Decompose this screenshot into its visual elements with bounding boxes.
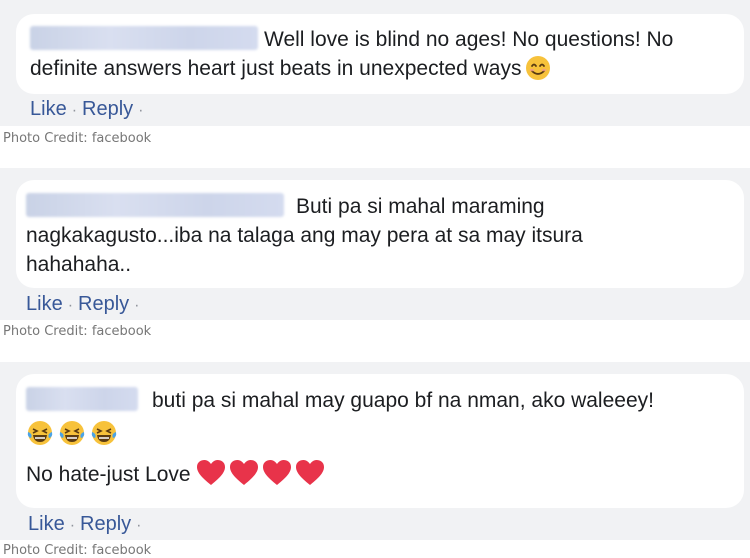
photo-credit: Photo Credit: facebook <box>3 543 152 558</box>
separator-dot: · <box>69 517 76 534</box>
heart-icon <box>296 460 325 485</box>
separator-dot: · <box>71 102 78 119</box>
comment-bubble-3: buti pa si mahal may guapo bf na nman, a… <box>16 374 744 508</box>
blurred-author-name[interactable] <box>30 26 258 50</box>
heart-icon <box>263 460 292 485</box>
like-link[interactable]: Like <box>28 513 65 535</box>
comment-actions-3: Like · Reply · <box>28 513 142 536</box>
photo-credit: Photo Credit: facebook <box>3 324 152 339</box>
comment-text-line: No hate-just Love <box>26 463 191 486</box>
comment-text-line: definite answers heart just beats in une… <box>30 57 522 80</box>
like-link[interactable]: Like <box>30 98 67 120</box>
comment-text-line: buti pa si mahal may guapo bf na nman, a… <box>152 389 654 412</box>
comment-bubble-1: Well love is blind no ages! No questions… <box>16 14 744 94</box>
laughing-tears-icon <box>27 421 53 445</box>
reply-link[interactable]: Reply <box>82 98 133 120</box>
comment-text-line: nagkakagusto...iba na talaga ang may per… <box>26 224 583 247</box>
photo-credit: Photo Credit: facebook <box>3 131 152 146</box>
comment-text-line: Buti pa si mahal maraming <box>296 195 545 218</box>
emoji-row <box>26 419 744 449</box>
comment-actions-1: Like · Reply · <box>30 98 144 121</box>
laughing-tears-icon <box>91 421 117 445</box>
blurred-author-name[interactable] <box>26 193 284 217</box>
like-link[interactable]: Like <box>26 293 63 315</box>
laughing-tears-icon <box>59 421 85 445</box>
comment-actions-2: Like · Reply · <box>26 293 140 316</box>
comment-text-line: Well love is blind no ages! No questions… <box>264 28 674 51</box>
reply-link[interactable]: Reply <box>78 293 129 315</box>
comment-bubble-2: Buti pa si mahal maraming nagkakagusto..… <box>16 180 744 288</box>
separator-dot: · <box>67 297 74 314</box>
heart-icon <box>197 460 226 485</box>
heart-icon <box>230 460 259 485</box>
reply-link[interactable]: Reply <box>80 513 131 535</box>
separator-dot: · <box>134 297 140 314</box>
blurred-author-name[interactable] <box>26 387 138 411</box>
separator-dot: · <box>136 517 142 534</box>
comment-text-line: hahahaha.. <box>26 253 132 276</box>
smiling-face-icon <box>526 56 551 80</box>
separator-dot: · <box>138 102 144 119</box>
